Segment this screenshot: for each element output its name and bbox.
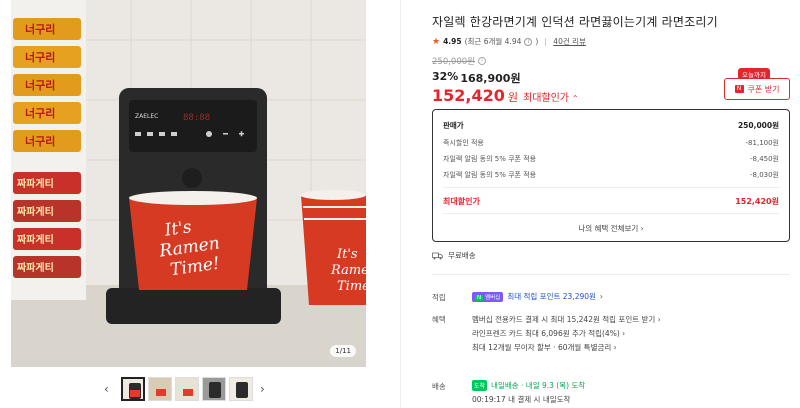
thumbnail-strip [121,377,253,401]
discount-rate: 32% [432,70,459,83]
max-discount-label: 최대할인가 [523,93,569,104]
price-row-label: 즉시할인 적용 [443,139,484,147]
original-price-value: 250,000원 [432,57,475,67]
price-row-max-label: 최대할인가 [443,197,480,206]
price-row-label: 판매가 [443,121,464,130]
max-discount-price: 152,420 [432,86,505,105]
noodle-pack-text: 너구리 [25,78,55,92]
image-counter: 1/11 [330,345,356,357]
benefit-line[interactable]: 최대 12개월 무이자 할부 · 60개월 특별금리 › [472,342,617,353]
membership-badge: N 멤버십 [472,291,504,302]
max-points-link[interactable]: 최대 적립 포인트 23,290원 [507,291,596,302]
price-row-value: -8,030원 [749,171,779,179]
coupon-download-button[interactable]: N 쿠폰 받기 [724,78,790,100]
product-title: 자일렉 한강라면기계 인덕션 라면끓이는기계 라면조리기 [432,15,718,29]
main-product-image[interactable]: 너구리 너구리 너구리 너구리 너구리 짜파게티 짜파게티 짜파게티 짜파게티 … [11,0,366,367]
info-icon[interactable]: i [524,37,533,46]
product-gallery: 너구리 너구리 너구리 너구리 너구리 짜파게티 짜파게티 짜파게티 짜파게티 … [0,0,400,408]
thumbnail-next-icon[interactable]: › [260,374,274,404]
price-row-value: -81,100원 [745,139,779,147]
max-price-unit: 원 [507,91,518,104]
price-row-label: 자일렉 알림 동의 5% 쿠폰 적용 [443,171,537,179]
noodle-pack-text: 짜파게티 [17,205,54,218]
sale-price-row: 32% 168,900원 [432,70,521,86]
noodle-pack-text: 짜파게티 [17,233,54,246]
chevron-up-icon[interactable]: ⌃ [572,94,579,103]
benefit-line[interactable]: 라인프렌즈 카드 최대 6,096원 추가 적립(4%) › [472,328,625,339]
all-benefits-label: 나의 혜택 전체보기 [578,224,639,233]
coupon-icon: N [734,85,744,93]
chevron-right-icon: › [599,292,603,301]
product-photo: 너구리 너구리 너구리 너구리 너구리 짜파게티 짜파게티 짜파게티 짜파게티 … [11,0,366,367]
truck-icon [432,252,443,259]
section-divider [432,274,790,275]
price-info-icon[interactable]: i [477,57,486,65]
noodle-pack-text: 너구리 [25,50,55,64]
rating-row: ★ 4.95 (최근 6개월 4.94 i ) 40건 리뷰 [432,36,586,47]
thumbnail-4[interactable] [202,377,226,401]
noodle-pack-text: 짜파게티 [17,261,54,274]
price-row-max: 최대할인가 152,420원 [443,196,779,207]
price-row-instant: 즉시할인 적용 -81,100원 [443,138,779,148]
all-benefits-link[interactable]: 나의 혜택 전체보기 › [433,223,789,234]
cup-text: It's [336,247,358,262]
price-box-divider [443,213,779,214]
star-icon: ★ [432,36,441,47]
shipping-row: 무료배송 [432,250,476,261]
delivery-text: 내일배송 · 내일 9.3 (목) 도착 [491,381,586,390]
benefits-label: 혜택 [432,315,446,324]
chevron-right-icon: › [657,315,661,324]
price-row-value: 250,000원 [737,121,779,130]
price-row-value: -8,450원 [749,155,779,163]
thumbnail-1[interactable] [121,377,145,401]
product-info: 자일렉 한강라면기계 인덕션 라면끓이는기계 라면조리기 ★ 4.95 (최근 … [432,0,790,408]
original-price: 250,000원 i [432,55,486,67]
machine-brand-text: ZAELEC [135,113,158,120]
thumbnail-prev-icon[interactable]: ‹ [104,374,118,404]
price-row-coupon-1: 자일렉 알림 동의 5% 쿠폰 적용 -8,450원 [443,154,779,164]
thumbnail-2[interactable] [148,377,172,401]
price-row-coupon-2: 자일렉 알림 동의 5% 쿠폰 적용 -8,030원 [443,170,779,180]
points-row[interactable]: N 멤버십 최대 적립 포인트 23,290원 › [472,291,603,302]
noodle-pack-text: 짜파게티 [17,177,54,190]
price-row-max-value: 152,420원 [735,197,779,206]
delivery-label: 배송 [432,382,446,391]
column-divider [400,0,401,408]
thumbnail-3[interactable] [175,377,199,401]
delivery-row: 도착 내일배송 · 내일 9.3 (목) 도착 [472,380,585,391]
shipping-text: 무료배송 [448,251,476,260]
price-row-list: 판매가 250,000원 [443,120,779,131]
rating-separator [545,37,547,46]
cup-text: Ramen [330,263,366,278]
points-label: 적립 [432,293,446,302]
price-breakdown-box: 판매가 250,000원 즉시할인 적용 -81,100원 자일렉 알림 동의 … [432,109,790,242]
noodle-pack-text: 너구리 [25,106,55,120]
delivery-badge: 도착 [472,380,488,391]
chevron-right-icon: › [640,224,644,233]
price-box-divider [443,187,779,188]
coupon-button-label: 쿠폰 받기 [747,84,780,94]
noodle-pack-text: 너구리 [25,22,55,36]
benefit-line[interactable]: 멤버십 전용카드 결제 시 최대 15,242원 적립 포인트 받기 › [472,314,661,325]
delivery-detail: 00:19:17 내 결제 시 내일도착 [472,395,571,404]
cup-text: Time! [337,279,366,294]
rating-detail: (최근 6개월 4.94 [464,37,522,46]
price-row-label: 자일렉 알림 동의 5% 쿠폰 적용 [443,155,537,163]
chevron-right-icon: › [622,329,626,338]
noodle-pack-text: 너구리 [25,134,55,148]
thumbnail-5[interactable] [229,377,253,401]
review-link[interactable]: 40건 리뷰 [553,36,586,47]
chevron-right-icon: › [613,343,617,352]
sale-price: 168,900원 [460,72,521,85]
svg-text:88:88: 88:88 [183,113,210,123]
rating-value: 4.95 [443,37,462,46]
max-discount-price-row[interactable]: 152,420 원 최대할인가 ⌃ [432,86,579,105]
